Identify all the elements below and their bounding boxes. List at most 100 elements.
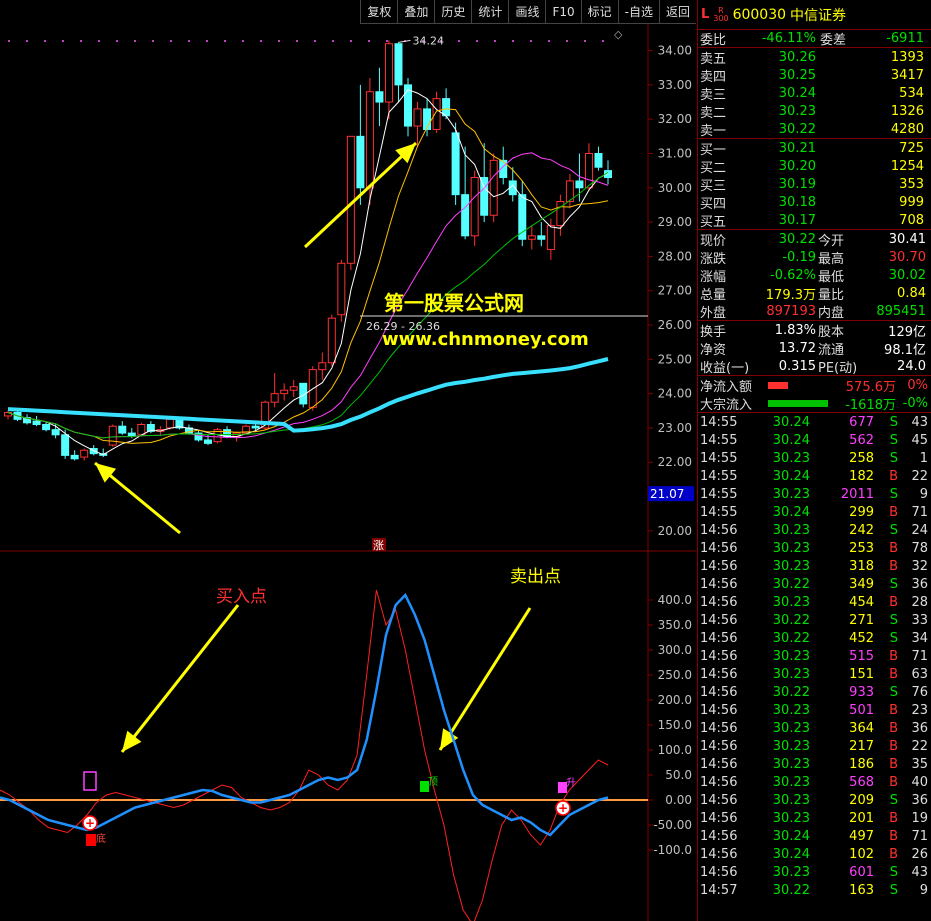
ma10-line	[7, 108, 609, 444]
toolbar-button-3[interactable]: 统计	[471, 0, 509, 24]
watermark-title: 第一股票公式网	[384, 291, 524, 315]
y-tick-label: 32.00	[658, 112, 692, 126]
buy-level[interactable]: 买四 30.18 999	[698, 193, 931, 212]
marker-dot	[386, 40, 388, 42]
toolbar-button-6[interactable]: 标记	[580, 0, 618, 24]
buy-orders: 买一 30.21 725 买二 30.20 1254 买三 30.19 353 买四 30.18 99…	[698, 139, 931, 230]
stat-row: 收益(一) 0.315 PE(动) 24.0	[700, 358, 926, 376]
plus-icon-2: +	[558, 801, 568, 815]
toolbar-button-8[interactable]: 返回	[658, 0, 696, 24]
tick-row: 14:56 30.22 452 S 34	[700, 630, 928, 646]
stat-row: 换手 1.83% 股本 129亿	[700, 322, 926, 340]
tick-row: 14:56 30.23 501 B 23	[700, 702, 928, 718]
toolbar-button-2[interactable]: 历史	[434, 0, 472, 24]
stat-row: 总量 179.3万 量比 0.84	[700, 285, 926, 303]
tick-list[interactable]: 14:55 30.24 677 S 43 14:55 30.24 562 S 45 14:55 30.…	[698, 413, 931, 899]
toolbar-button-5[interactable]: F10	[545, 0, 581, 24]
stock-name[interactable]: 中信证券	[790, 5, 846, 25]
y-tick-label: 30.00	[658, 181, 692, 195]
toolbar-button-1[interactable]: 叠加	[397, 0, 435, 24]
tick-row: 14:56 30.23 201 B 19	[700, 810, 928, 826]
market-flag: L	[701, 7, 710, 22]
candle-body	[61, 434, 70, 456]
buy-level[interactable]: 买三 30.19 353	[698, 175, 931, 194]
buy-level[interactable]: 买一 30.21 725	[698, 139, 931, 158]
stat-row: 涨跌 -0.19 最高 30.70	[700, 249, 926, 267]
flow-bar	[768, 399, 828, 407]
toolbar-button-0[interactable]: 复权	[360, 0, 398, 24]
buy-level[interactable]: 买二 30.20 1254	[698, 157, 931, 176]
toolbar-button-7[interactable]: -自选	[617, 0, 659, 24]
candle-body	[70, 454, 79, 460]
ind-tick-label: 200.0	[658, 693, 692, 707]
candle-body	[223, 429, 232, 438]
candle-body	[118, 425, 127, 434]
candle-body	[32, 420, 41, 426]
toolbar-button-4[interactable]: 画线	[508, 0, 546, 24]
marker-dot	[512, 40, 514, 42]
y-tick-label: 28.00	[658, 249, 692, 263]
tick-row: 14:56 30.23 454 B 28	[700, 594, 928, 610]
sell-level[interactable]: 卖二 30.23 1326	[698, 102, 931, 121]
ind-tick-label: 400.0	[658, 593, 692, 607]
ind-tick-label: -50.00	[653, 818, 692, 832]
sell-level[interactable]: 卖三 30.24 534	[698, 84, 931, 103]
sell-level[interactable]: 卖五 30.26 1393	[698, 48, 931, 67]
marker-dot	[584, 40, 586, 42]
candle-body	[165, 418, 174, 429]
candle-body	[575, 180, 584, 189]
candle-body	[280, 389, 289, 395]
tick-row: 14:56 30.23 515 B 71	[700, 648, 928, 664]
tick-row: 14:55 30.24 677 S 43	[700, 414, 928, 430]
candle-body	[584, 152, 593, 189]
sell-level[interactable]: 卖四 30.25 3417	[698, 66, 931, 85]
y-tick-label: 33.00	[658, 78, 692, 92]
chart-pane[interactable]: ◇ 34.00 33.00 32.00 31.00 30.00 29.00 28.00 27.0…	[0, 0, 696, 921]
marker-dot	[134, 40, 136, 42]
ma5-line	[7, 89, 609, 456]
tick-row: 14:56 30.23 217 B 22	[700, 738, 928, 754]
candle-body	[461, 194, 470, 237]
stock-code[interactable]: 600030	[733, 7, 786, 23]
y-tick-label: 23.00	[658, 421, 692, 435]
candle-body	[42, 424, 51, 431]
buy-signal-box	[83, 771, 97, 791]
tick-row: 14:56 30.22 933 S 76	[700, 684, 928, 700]
marker-dot	[278, 40, 280, 42]
buy-level[interactable]: 买五 30.17 708	[698, 211, 931, 230]
tick-row: 14:56 30.24 102 B 26	[700, 846, 928, 862]
tick-row: 14:55 30.24 562 S 45	[700, 432, 928, 448]
tick-row: 14:56 30.23 209 S 36	[700, 792, 928, 808]
candle-body	[51, 429, 60, 436]
candle-body	[546, 225, 555, 251]
marker-dot	[188, 40, 190, 42]
candle-body	[337, 262, 346, 316]
tick-row: 14:55 30.24 182 B 22	[700, 468, 928, 484]
weibi-row: 委比 -46.11% 委差 -6911	[698, 30, 931, 48]
candle-body	[365, 91, 374, 189]
candle-body	[270, 393, 279, 403]
sell-level[interactable]: 卖一 30.22 4280	[698, 120, 931, 139]
buy-point-label: 买入点	[216, 587, 267, 607]
stat-row: 外盘 897193 内盘 895451	[700, 303, 926, 321]
marker-dot	[494, 40, 496, 42]
marker-dot	[152, 40, 154, 42]
marker-dot	[260, 40, 262, 42]
sell-orders: 卖五 30.26 1393 卖四 30.25 3417 卖三 30.24 534 卖二 30.23 1…	[698, 48, 931, 139]
tick-row: 14:56 30.23 186 B 35	[700, 756, 928, 772]
stat-row: 净资 13.72 流通 98.1亿	[700, 340, 926, 358]
candle-body	[289, 386, 298, 391]
y-tick-label: 31.00	[658, 146, 692, 160]
candle-body	[489, 159, 498, 216]
fund-flows: 净流入额 575.6万 0% 大宗流入 -1618万 -0%	[698, 376, 931, 413]
price-tag-label: 21.07	[650, 487, 684, 501]
high-label: 34.24	[412, 34, 444, 47]
marker-dot	[548, 40, 550, 42]
sheng-label: 升	[566, 777, 576, 789]
kline-chart[interactable]: ◇ 34.00 33.00 32.00 31.00 30.00 29.00 28.00 27.0…	[0, 0, 696, 921]
stat-row: 现价 30.22 今开 30.41	[700, 231, 926, 249]
tick-row: 14:55 30.24 299 B 71	[700, 504, 928, 520]
y-tick-label: 26.00	[658, 318, 692, 332]
arrow-buy-shaft	[120, 604, 240, 753]
marker-dot	[44, 40, 46, 42]
